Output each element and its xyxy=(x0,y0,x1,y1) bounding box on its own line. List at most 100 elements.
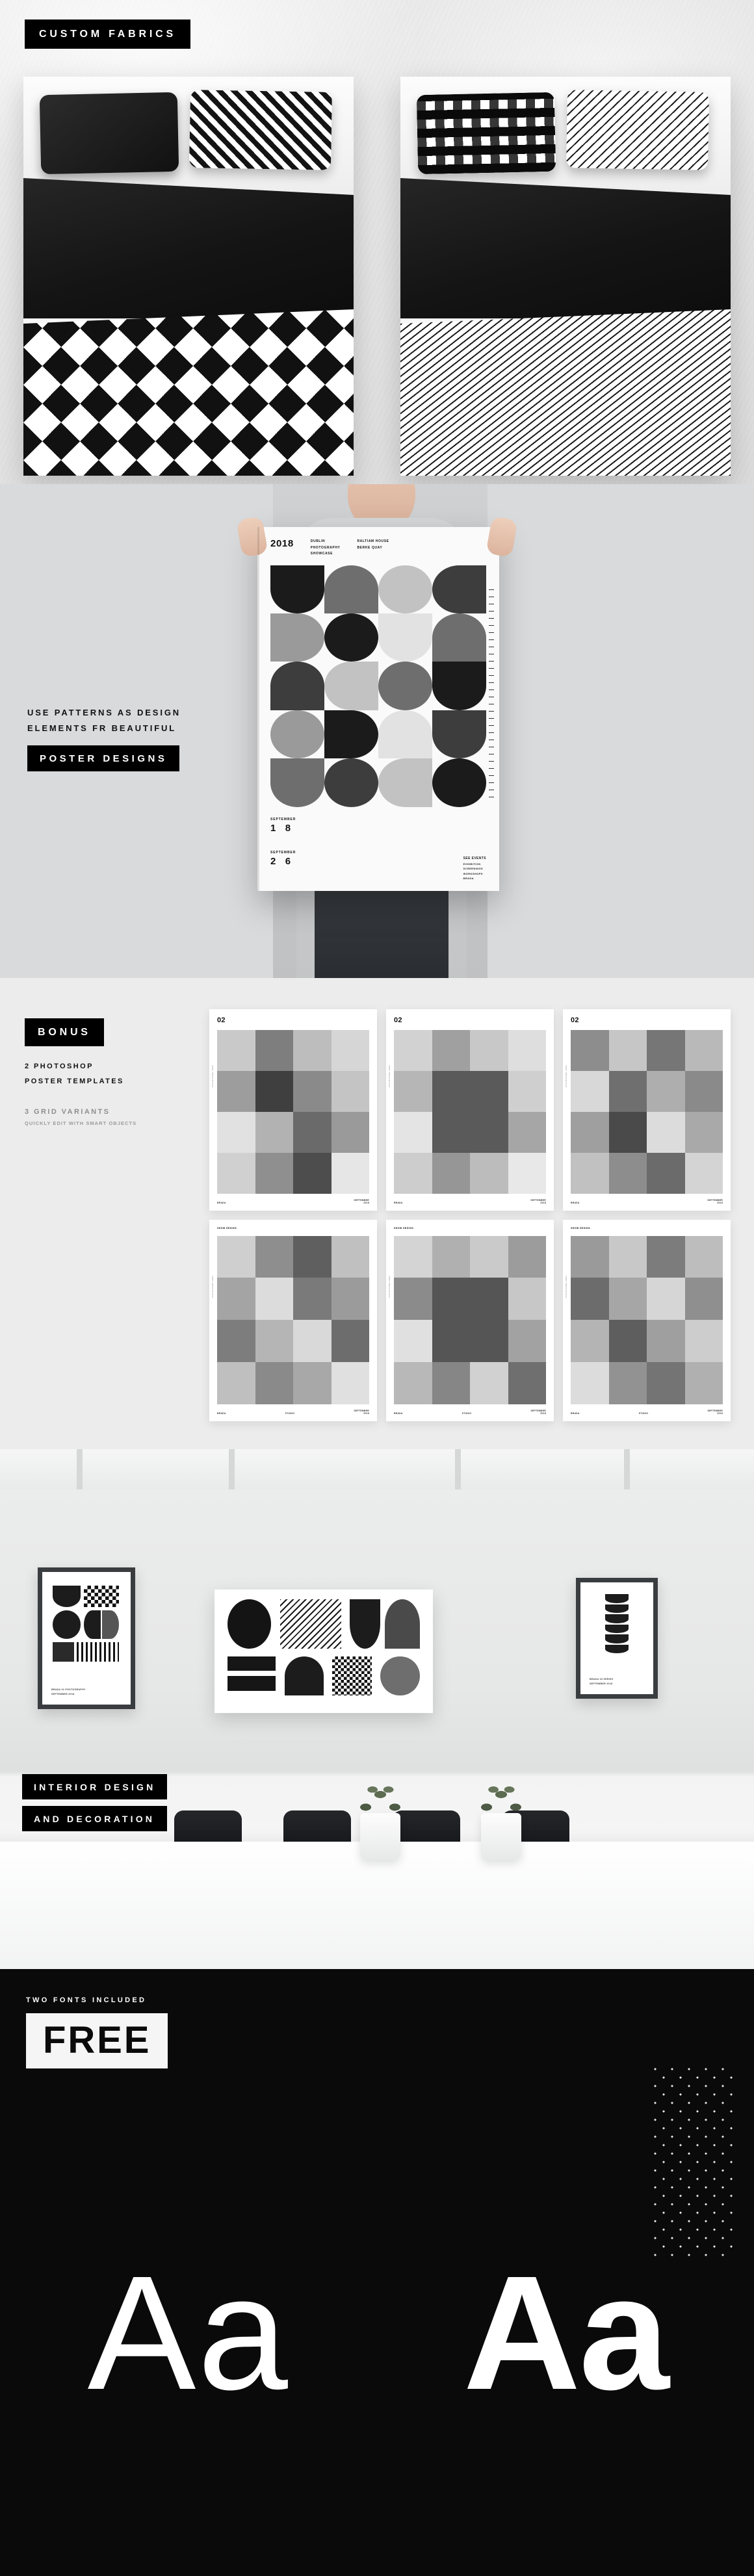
template-side-label: COLOR PANEL GRID xyxy=(388,1275,391,1298)
product-showcase-page: CUSTOM FABRICS 2018 DUBLIN PHOTOGRAPHY S… xyxy=(0,0,754,2576)
section-fonts: TWO FONTS INCLUDED FREE Aa BRADA SANS LI… xyxy=(0,1969,754,2576)
template-footer-left: BRADA xyxy=(571,1202,580,1204)
section-interior-design: BRADA 01 PHOTOGRAPHY SEPTEMBER 2018 BRAD… xyxy=(0,1449,754,1969)
template-block-grid xyxy=(571,1235,723,1404)
diagonal-stripe-pillow xyxy=(566,90,710,170)
poster-year: 2018 xyxy=(270,538,294,549)
specimen-glyph: Aa xyxy=(87,2242,290,2423)
template-card[interactable]: 02 COLOR PANEL GRID BRADA SEPTEMBER 2018 xyxy=(563,1009,731,1211)
poster-date-block-1: SEPTEMBER 1 8 xyxy=(270,818,486,834)
template-footer-right: SEPTEMBER 2018 xyxy=(530,1199,546,1204)
font-specimen-light: Aa BRADA SANS LIGHT xyxy=(0,2164,377,2502)
interior-design-badge: INTERIOR DESIGN xyxy=(22,1774,168,1799)
bonus-badge: BONUS xyxy=(25,1018,104,1046)
bed-mockup-1 xyxy=(0,51,377,484)
planter-pot xyxy=(481,1813,521,1860)
bed-mockup-2 xyxy=(377,51,754,484)
bonus-smart-objects: QUICKLY EDIT WITH SMART OBJECTS xyxy=(25,1120,137,1127)
plant xyxy=(358,1782,403,1817)
template-block-grid xyxy=(394,1235,546,1404)
frame-mat: BRADA 01 PHOTOGRAPHY SEPTEMBER 2018 xyxy=(42,1572,131,1705)
framed-poster-left: BRADA 01 PHOTOGRAPHY SEPTEMBER 2018 xyxy=(38,1567,135,1709)
checker-pillow xyxy=(416,92,556,175)
template-side-label: COLOR PANEL GRID xyxy=(211,1275,214,1298)
fonts-kicker: TWO FONTS INCLUDED xyxy=(26,1996,147,2004)
large-wall-print xyxy=(214,1590,433,1713)
template-footer: BRADA STUDIO SEPTEMBER 2018 xyxy=(394,1410,546,1415)
poster-footer-body: EXHIBITION SCREENINGS WORKSHOPS xyxy=(463,862,484,875)
bed-mockups xyxy=(0,51,754,484)
template-number: 02 xyxy=(217,1016,226,1024)
fabrics-badge: CUSTOM FABRICS xyxy=(25,19,190,49)
template-number: SHOW DESIGN xyxy=(394,1227,413,1230)
frame-left-caption: BRADA 01 PHOTOGRAPHY SEPTEMBER 2018 xyxy=(51,1688,86,1696)
template-footer: BRADA SEPTEMBER 2018 xyxy=(394,1199,546,1204)
template-footer: BRADA SEPTEMBER 2018 xyxy=(571,1199,723,1204)
planter-pot xyxy=(360,1813,400,1860)
template-footer-right: SEPTEMBER 2018 xyxy=(707,1410,723,1415)
template-number: 02 xyxy=(394,1016,402,1024)
poster-copy-block: USE PATTERNS AS DESIGN ELEMENTS FR BEAUT… xyxy=(27,705,248,772)
template-footer-right: SEPTEMBER 2018 xyxy=(354,1199,369,1204)
and-decoration-badge: AND DECORATION xyxy=(22,1806,168,1831)
template-number: 02 xyxy=(571,1016,579,1024)
template-block-grid xyxy=(394,1030,546,1194)
template-footer: BRADA STUDIO SEPTEMBER 2018 xyxy=(571,1410,723,1415)
table-top xyxy=(0,1842,754,1969)
framed-poster-right: BRADA 03 SERIES SEPTEMBER 2018 xyxy=(576,1578,658,1699)
frame-artwork xyxy=(590,1593,644,1660)
poster-footer-tag: BRADA xyxy=(463,876,474,880)
bonus-subtitle: 2 PHOTOSHOP POSTER TEMPLATES xyxy=(25,1059,207,1088)
poster-meta-right: RALTIAM HOUSE BERKE QUAY xyxy=(357,539,389,550)
template-card[interactable]: SHOW DESIGN COLOR PANEL GRID BRADA STUDI… xyxy=(563,1220,731,1421)
poster-fold-line xyxy=(257,527,259,891)
left-hand xyxy=(236,515,268,558)
room-ceiling xyxy=(0,1449,754,1489)
poster-designs-badge: POSTER DESIGNS xyxy=(27,745,180,772)
poster-artwork xyxy=(270,565,486,807)
font-specimens: Aa BRADA SANS LIGHT Aa BRADA SANS BOLD xyxy=(0,2164,754,2502)
fonts-header: TWO FONTS INCLUDED FREE xyxy=(26,1996,168,2069)
poster-header: 2018 DUBLIN PHOTOGRAPHY SHOWCASE RALTIAM… xyxy=(270,539,486,558)
solid-black-pillow xyxy=(39,92,179,175)
template-footer-right: SEPTEMBER 2018 xyxy=(530,1410,546,1415)
template-footer: BRADA SEPTEMBER 2018 xyxy=(217,1199,369,1204)
poster-meta-left: DUBLIN PHOTOGRAPHY SHOWCASE xyxy=(310,539,341,556)
poster-date-value-1: 1 8 xyxy=(270,822,294,834)
poster-date-value-2: 2 6 xyxy=(270,855,294,867)
frame-artwork xyxy=(51,1582,122,1665)
fine-diagonal-duvet xyxy=(400,309,731,476)
section-poster-designs: 2018 DUBLIN PHOTOGRAPHY SHOWCASE RALTIAM… xyxy=(0,484,754,978)
frame-mat: BRADA 03 SERIES SEPTEMBER 2018 xyxy=(580,1582,653,1694)
template-card[interactable]: 02 COLOR PANEL GRID BRADA SEPTEMBER 2018 xyxy=(209,1009,377,1211)
poster-date-label-1: SEPTEMBER xyxy=(270,817,296,821)
right-hand xyxy=(486,515,518,558)
template-side-label: COLOR PANEL GRID xyxy=(211,1064,214,1087)
bonus-grid-variants: 3 GRID VARIANTS xyxy=(25,1108,110,1116)
diamond-pattern-duvet xyxy=(23,309,354,476)
poster-footer-title: SEE EVENTS xyxy=(463,857,486,861)
template-side-label: COLOR PANEL GRID xyxy=(565,1064,567,1087)
poster-copy-line-2: ELEMENTS FR BEAUTIFUL xyxy=(27,723,177,734)
bonus-subtitle-line-2: POSTER TEMPLATES xyxy=(25,1077,124,1085)
plant xyxy=(478,1782,524,1817)
template-footer-mid: STUDIO xyxy=(285,1412,295,1415)
bonus-copy-block: BONUS 2 PHOTOSHOP POSTER TEMPLATES 3 GRI… xyxy=(25,1018,207,1126)
template-card-grid: 02 COLOR PANEL GRID BRADA SEPTEMBER 2018… xyxy=(209,1009,731,1421)
template-card[interactable]: SHOW DESIGN COLOR PANEL GRID BRADA STUDI… xyxy=(386,1220,554,1421)
chevron-pillow xyxy=(188,90,333,170)
template-footer: BRADA STUDIO SEPTEMBER 2018 xyxy=(217,1410,369,1415)
template-footer-mid: STUDIO xyxy=(638,1412,649,1415)
template-footer-right: SEPTEMBER 2018 xyxy=(707,1199,723,1204)
held-poster: 2018 DUBLIN PHOTOGRAPHY SHOWCASE RALTIAM… xyxy=(257,527,499,891)
template-card[interactable]: SHOW DESIGN COLOR PANEL GRID BRADA STUDI… xyxy=(209,1220,377,1421)
section-bonus-templates: BONUS 2 PHOTOSHOP POSTER TEMPLATES 3 GRI… xyxy=(0,978,754,1449)
template-card[interactable]: 02 COLOR PANEL GRID BRADA SEPTEMBER 2018 xyxy=(386,1009,554,1211)
template-footer-left: BRADA xyxy=(571,1412,580,1415)
template-footer-left: BRADA xyxy=(394,1202,403,1204)
template-block-grid xyxy=(217,1235,369,1404)
template-block-grid xyxy=(217,1030,369,1194)
template-footer-left: BRADA xyxy=(217,1412,226,1415)
section-custom-fabrics: CUSTOM FABRICS xyxy=(0,0,754,484)
poster-date-label-2: SEPTEMBER xyxy=(270,850,296,855)
